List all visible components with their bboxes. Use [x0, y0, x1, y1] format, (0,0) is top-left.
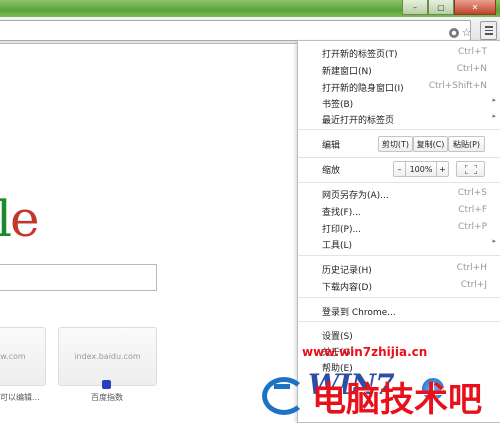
menu-item-recent-tabs[interactable]: 最近打开的标签页 ▸	[298, 110, 500, 126]
chrome-menu: 打开新的标签页(T) Ctrl+T 新建窗口(N) Ctrl+N 打开新的隐身窗口(…	[297, 40, 500, 423]
menu-separator	[298, 157, 500, 158]
menu-item-history[interactable]: 历史记录(H) Ctrl+H	[298, 260, 500, 276]
address-bar[interactable]: ☆	[0, 20, 471, 41]
watermark-url: www.win7zhijia.cn	[302, 345, 428, 359]
menu-separator	[298, 129, 500, 130]
chevron-right-icon: ▸	[492, 237, 496, 245]
menu-separator	[298, 321, 500, 322]
maximize-button[interactable]: ▢	[428, 0, 454, 15]
maximize-icon: ▢	[437, 2, 445, 12]
chevron-right-icon: ▸	[492, 112, 496, 120]
paste-button[interactable]: 粘贴(P)	[448, 136, 485, 152]
page-info-icon[interactable]	[447, 26, 460, 39]
window-controls: – ▢ ✕	[402, 0, 496, 15]
menu-item-new-incognito[interactable]: 打开新的隐身窗口(I) Ctrl+Shift+N	[298, 78, 500, 94]
copy-button[interactable]: 复制(C)	[413, 136, 448, 152]
menu-item-print[interactable]: 打印(P)... Ctrl+P	[298, 219, 500, 235]
tile-caption[interactable]: 百度指数	[91, 392, 123, 403]
menu-icon	[484, 26, 493, 28]
search-input[interactable]	[0, 264, 157, 291]
menu-row-zoom: 缩放 – 100% +	[298, 160, 500, 178]
title-bar: – ▢ ✕	[0, 0, 500, 17]
menu-item-new-window[interactable]: 新建窗口(N) Ctrl+N	[298, 61, 500, 77]
tile-caption[interactable]: 可以编辑...	[0, 392, 40, 403]
menu-item-settings[interactable]: 设置(S)	[298, 326, 500, 342]
menu-item-save-page[interactable]: 网页另存为(A)... Ctrl+S	[298, 185, 500, 201]
tile-label: index.baidu.com	[74, 352, 141, 361]
watermark-site: 电脑技术吧	[312, 380, 482, 420]
menu-item-downloads[interactable]: 下载内容(D) Ctrl+J	[298, 277, 500, 293]
google-logo: le	[0, 190, 40, 248]
zoom-level: 100%	[405, 161, 437, 177]
zoom-in-button[interactable]: +	[436, 161, 449, 177]
most-visited-tile[interactable]: w.com	[0, 327, 46, 386]
close-button[interactable]: ✕	[454, 0, 496, 15]
chevron-right-icon: ▸	[492, 96, 496, 104]
menu-item-new-tab[interactable]: 打开新的标签页(T) Ctrl+T	[298, 44, 500, 60]
star-icon[interactable]: ☆	[460, 26, 473, 39]
menu-row-edit: 编辑 剪切(T) 复制(C) 粘贴(P)	[298, 135, 500, 153]
chrome-menu-button[interactable]	[480, 21, 497, 40]
fullscreen-button[interactable]	[456, 161, 485, 177]
cut-button[interactable]: 剪切(T)	[378, 136, 413, 152]
fullscreen-icon	[464, 164, 477, 174]
tile-label: w.com	[0, 352, 26, 361]
menu-item-find[interactable]: 查找(F)... Ctrl+F	[298, 202, 500, 218]
menu-item-bookmarks[interactable]: 书签(B) ▸	[298, 94, 500, 110]
menu-item-tools[interactable]: 工具(L) ▸	[298, 235, 500, 251]
menu-separator	[298, 297, 500, 298]
close-icon: ✕	[471, 2, 479, 12]
minimize-button[interactable]: –	[402, 0, 428, 15]
menu-item-signin[interactable]: 登录到 Chrome...	[298, 302, 500, 318]
ie-logo-icon	[262, 377, 306, 415]
baidu-favicon-icon	[102, 380, 111, 389]
menu-separator	[298, 182, 500, 183]
minimize-icon: –	[413, 2, 417, 12]
menu-separator	[298, 255, 500, 256]
most-visited-tile[interactable]: index.baidu.com	[58, 327, 157, 386]
